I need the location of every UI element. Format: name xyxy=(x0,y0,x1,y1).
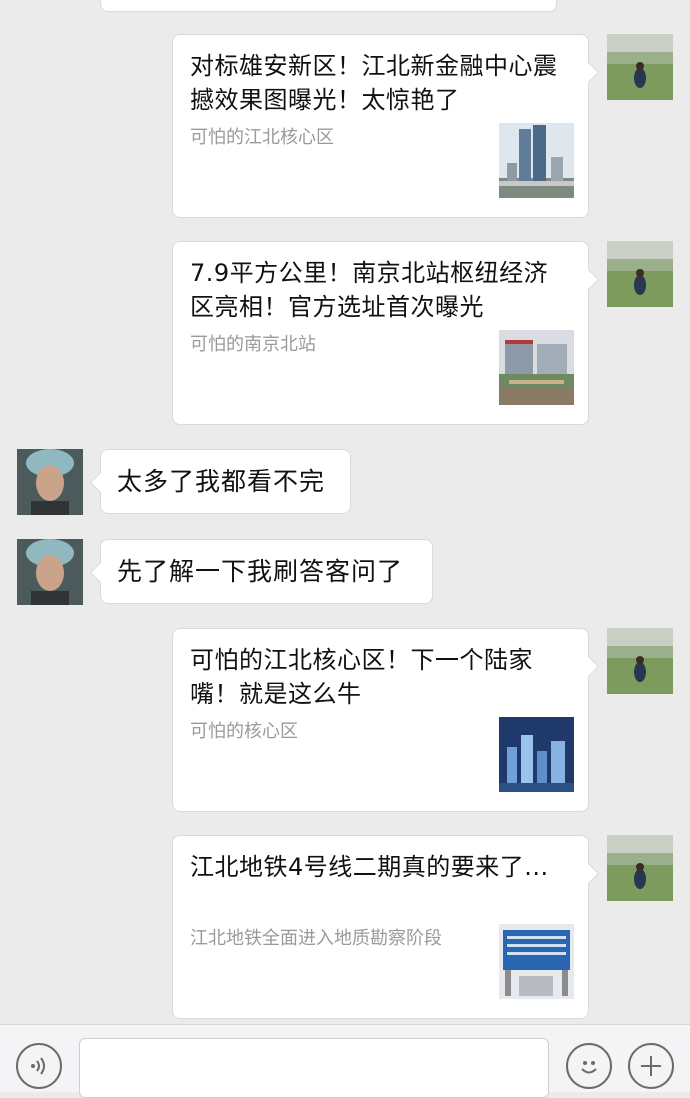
city-aerial-thumbnail xyxy=(499,717,574,792)
previous-message-bubble[interactable] xyxy=(100,0,557,12)
link-card-title: 7.9平方公里！南京北站枢纽经济区亮相！官方选址首次曝光 xyxy=(190,259,549,321)
my-avatar[interactable] xyxy=(607,835,673,901)
link-card-title: 可怕的江北核心区！下一个陆家嘴！就是这么牛 xyxy=(190,646,533,708)
message-text: 先了解一下我刷答客问了 xyxy=(117,557,404,586)
emoji-icon xyxy=(581,1061,597,1074)
contact-avatar[interactable] xyxy=(17,449,83,515)
twin-towers-thumbnail xyxy=(499,123,574,198)
link-card-title: 江北地铁4号线二期真的要来了... xyxy=(190,853,549,881)
link-card[interactable]: 江北地铁4号线二期真的要来了... 江北地铁全面进入地质勘察阶段 xyxy=(172,835,589,1019)
text-message-bubble[interactable]: 太多了我都看不完 xyxy=(100,449,351,514)
link-card[interactable]: 7.9平方公里！南京北站枢纽经济区亮相！官方选址首次曝光 可怕的南京北站 xyxy=(172,241,589,425)
voice-button[interactable] xyxy=(16,1043,62,1089)
link-card[interactable]: 可怕的江北核心区！下一个陆家嘴！就是这么牛 可怕的核心区 xyxy=(172,628,589,812)
plus-icon xyxy=(641,1056,661,1076)
station-rendering-thumbnail xyxy=(499,330,574,405)
voice-icon xyxy=(31,1057,45,1075)
link-card-source: 江北地铁全面进入地质勘察阶段 xyxy=(190,928,442,949)
link-card-source: 可怕的核心区 xyxy=(190,721,298,742)
contact-avatar[interactable] xyxy=(17,539,83,605)
my-avatar[interactable] xyxy=(607,241,673,307)
link-card-source: 可怕的南京北站 xyxy=(190,334,316,355)
my-avatar[interactable] xyxy=(607,628,673,694)
chat-area[interactable]: 对标雄安新区！江北新金融中心震撼效果图曝光！太惊艳了 可怕的江北核心区 7.9平… xyxy=(0,0,690,1024)
more-button[interactable] xyxy=(628,1043,674,1089)
chat-input-bar xyxy=(0,1024,690,1098)
construction-board-thumbnail xyxy=(499,924,574,999)
my-avatar[interactable] xyxy=(607,34,673,100)
link-card[interactable]: 对标雄安新区！江北新金融中心震撼效果图曝光！太惊艳了 可怕的江北核心区 xyxy=(172,34,589,218)
link-card-title: 对标雄安新区！江北新金融中心震撼效果图曝光！太惊艳了 xyxy=(190,52,558,114)
link-card-source: 可怕的江北核心区 xyxy=(190,127,334,148)
message-input[interactable] xyxy=(79,1038,549,1098)
message-text: 太多了我都看不完 xyxy=(117,467,326,496)
emoji-button[interactable] xyxy=(566,1043,612,1089)
text-message-bubble[interactable]: 先了解一下我刷答客问了 xyxy=(100,539,433,604)
